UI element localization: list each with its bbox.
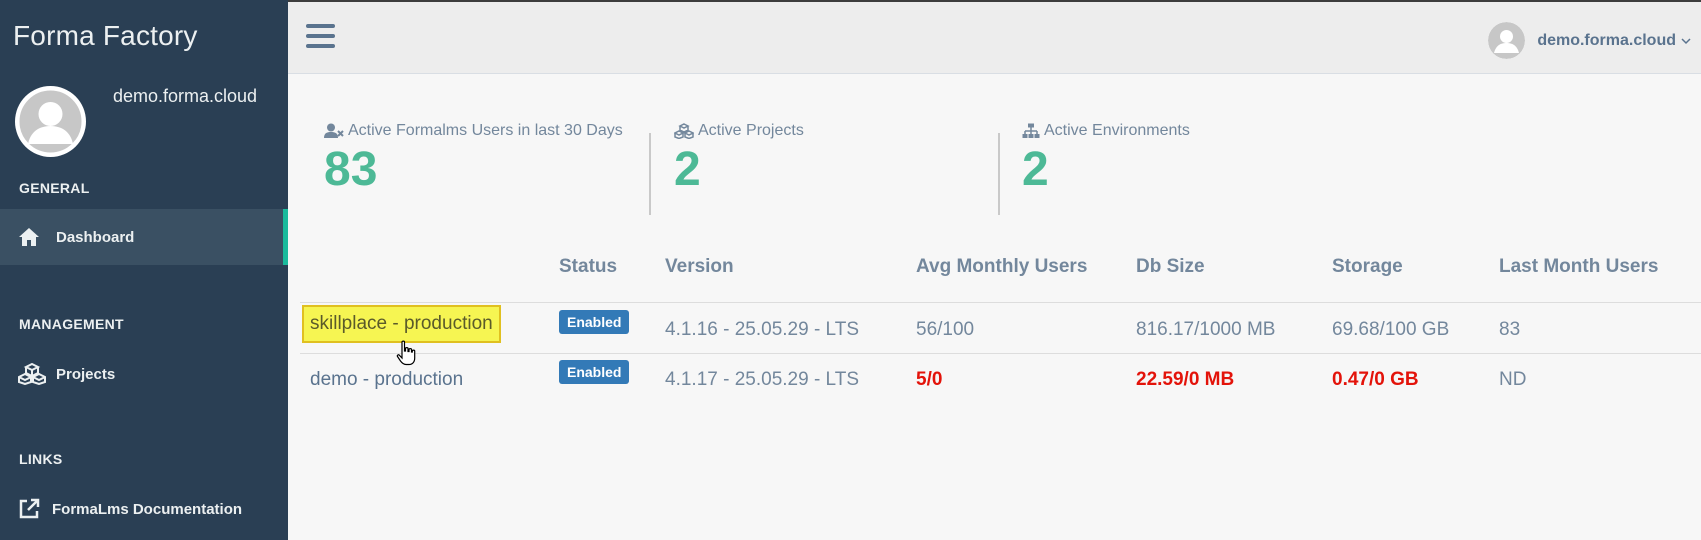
hand-cursor-icon: [396, 340, 416, 366]
stat-active-projects: Active Projects 2: [674, 122, 804, 194]
top-navbar: demo.forma.cloud: [288, 0, 1701, 74]
stat-label: Active Projects: [698, 122, 804, 139]
cubes-icon: [18, 363, 48, 385]
avg-users-cell: 56/100: [916, 319, 975, 340]
cubes-icon: [674, 123, 694, 139]
column-header-status[interactable]: Status: [559, 256, 617, 278]
avg-users-cell: 5/0: [916, 369, 943, 390]
sitemap-icon: [1022, 123, 1040, 138]
sidebar-item-label: Projects: [56, 365, 116, 383]
db-size-cell: 816.17/1000 MB: [1136, 319, 1276, 340]
stat-divider: [998, 133, 1000, 215]
sidebar-item-projects[interactable]: Projects: [0, 346, 288, 402]
sidebar-item-label: FormaLms Documentation: [52, 500, 243, 518]
user-avatar-icon: [1488, 22, 1526, 59]
storage-cell: 0.47/0 GB: [1332, 369, 1419, 390]
profile-name: demo.forma.cloud: [113, 86, 258, 106]
status-badge: Enabled: [559, 310, 630, 334]
status-badge: Enabled: [559, 360, 630, 384]
column-header-storage[interactable]: Storage: [1332, 256, 1403, 278]
user-dropdown[interactable]: demo.forma.cloud: [1488, 22, 1691, 59]
table-divider: [300, 353, 1701, 354]
version-cell: 4.1.17 - 25.05.29 - LTS: [665, 369, 859, 390]
last-month-cell: ND: [1499, 369, 1527, 390]
sidebar-item-dashboard[interactable]: Dashboard: [0, 209, 288, 265]
user-times-icon: [324, 123, 344, 138]
stat-value: 83: [324, 143, 378, 196]
column-header-avg-users[interactable]: Avg Monthly Users: [916, 256, 1087, 278]
column-header-version[interactable]: Version: [665, 256, 734, 278]
user-avatar-icon: [15, 86, 86, 157]
storage-cell: 69.68/100 GB: [1332, 319, 1450, 340]
profile-avatar: [15, 86, 86, 157]
menu-heading-management: MANAGEMENT: [19, 316, 124, 332]
sidebar: Forma Factory demo.forma.cloud GENERAL D…: [0, 0, 288, 540]
chevron-down-icon: [1681, 37, 1691, 44]
stat-label: Active Environments: [1044, 122, 1190, 139]
menu-heading-links: LINKS: [19, 451, 63, 467]
stat-value: 2: [1022, 143, 1049, 196]
last-month-cell: 83: [1499, 319, 1521, 340]
external-link-icon: [18, 498, 44, 520]
version-cell: 4.1.16 - 25.05.29 - LTS: [665, 319, 859, 340]
brand-title[interactable]: Forma Factory: [13, 20, 198, 52]
project-link[interactable]: demo - production: [310, 369, 463, 391]
project-link[interactable]: skillplace - production: [302, 305, 501, 343]
db-size-cell: 22.59/0 MB: [1136, 369, 1235, 390]
sidebar-item-label: Dashboard: [56, 228, 135, 246]
stat-active-environments: Active Environments 2: [1022, 122, 1190, 194]
stat-value: 2: [674, 143, 701, 196]
sidebar-item-documentation[interactable]: FormaLms Documentation: [0, 481, 288, 537]
stat-divider: [649, 133, 651, 215]
table-divider: [300, 302, 1701, 303]
column-header-last-month[interactable]: Last Month Users: [1499, 256, 1658, 278]
menu-toggle-icon[interactable]: [306, 24, 336, 52]
user-name: demo.forma.cloud: [1537, 31, 1676, 49]
stat-label: Active Formalms Users in last 30 Days: [348, 122, 623, 139]
stat-active-users: Active Formalms Users in last 30 Days 83: [324, 122, 623, 194]
home-icon: [18, 226, 48, 248]
menu-heading-general: GENERAL: [19, 180, 90, 196]
column-header-db-size[interactable]: Db Size: [1136, 256, 1205, 278]
